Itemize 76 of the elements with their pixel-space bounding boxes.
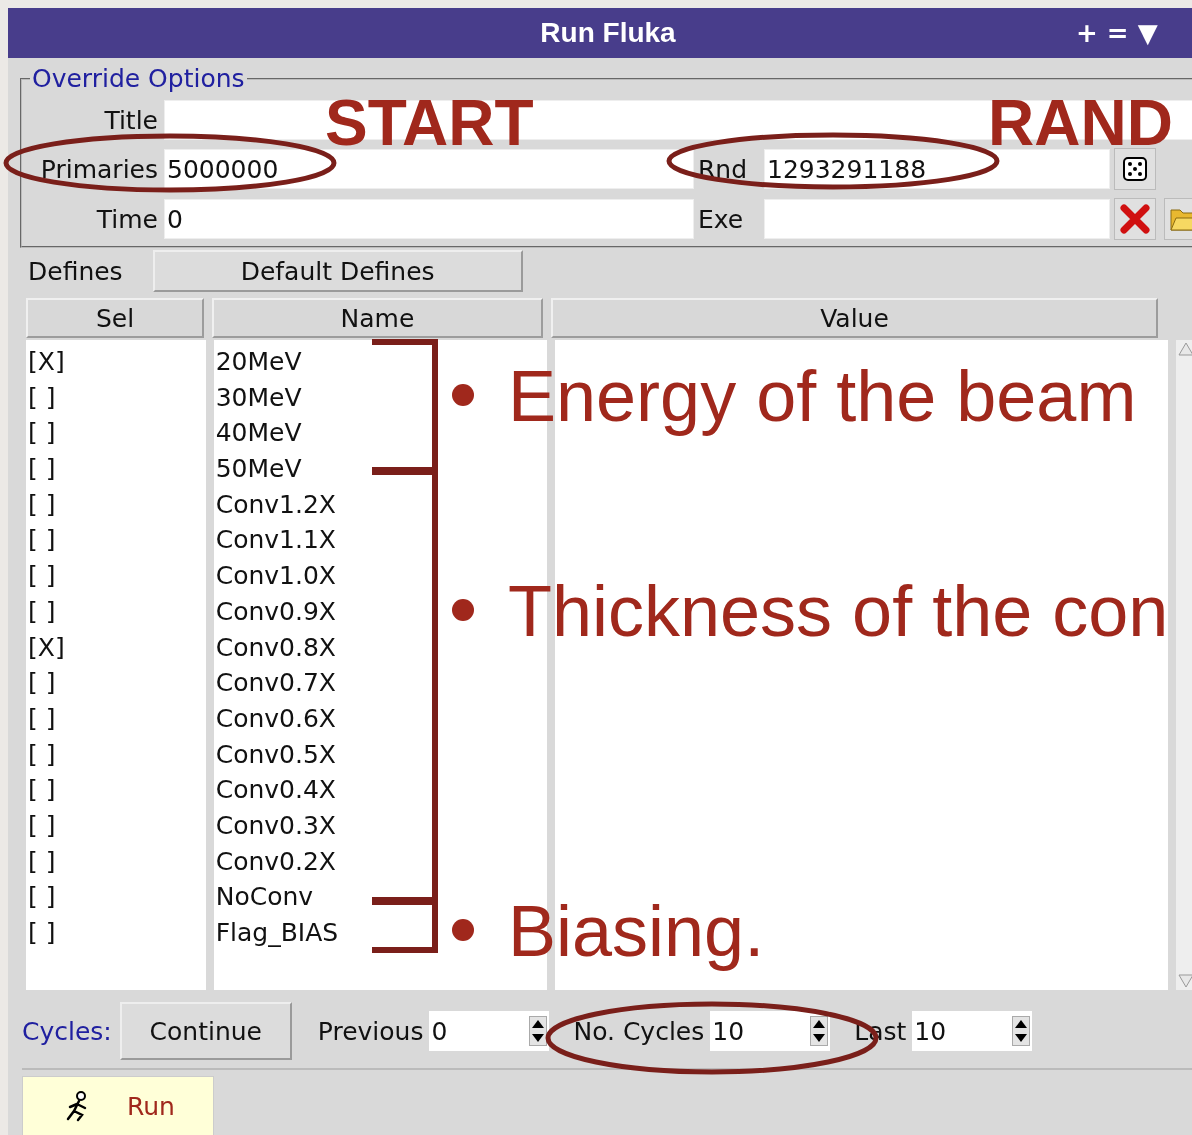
selection-cell[interactable]: [ ] (26, 879, 56, 915)
annotation-text: Energy of the beam (508, 355, 1137, 437)
column-header[interactable]: Sel (26, 298, 205, 338)
clear-button[interactable] (1114, 198, 1156, 240)
table-cell-text: 30MeV (214, 381, 302, 414)
table-cell-text: Conv0.8X (214, 631, 336, 664)
spinbox[interactable]: 10 (710, 1011, 831, 1051)
close-icon (1120, 204, 1150, 234)
run-tab[interactable]: Run (22, 1076, 214, 1135)
window-title: Run Fluka (540, 17, 676, 49)
selection-cell[interactable]: [ ] (26, 379, 56, 416)
table-cell-text: Conv0.9X (214, 595, 336, 628)
spin-arrows-icon[interactable] (529, 1016, 548, 1046)
table-cell-text: Conv1.0X (214, 560, 336, 593)
selection-cell[interactable]: [X] (26, 344, 65, 380)
scroll-up-icon[interactable] (1178, 342, 1192, 356)
bullet-icon (451, 598, 475, 622)
bullet-icon (451, 918, 475, 942)
table-cell-text: Conv0.7X (214, 667, 336, 700)
selection-cell[interactable]: [ ] (26, 736, 56, 773)
selection-cell[interactable]: [ ] (26, 772, 56, 808)
field-label: Title (104, 105, 159, 135)
field-label: Primaries (40, 154, 159, 184)
selection-cell[interactable]: [ ] (26, 486, 56, 523)
spinbox[interactable]: 10 (912, 1011, 1033, 1051)
spinbox-label: Previous (317, 1016, 424, 1046)
spin-arrows-icon[interactable] (1012, 1016, 1031, 1046)
spin-arrows-icon[interactable] (810, 1016, 829, 1046)
column-header[interactable]: Name (212, 298, 543, 338)
selection-cell[interactable]: [ ] (26, 807, 56, 844)
selection-cell[interactable]: [ ] (26, 415, 56, 452)
selection-cell[interactable]: [ ] (26, 558, 56, 594)
selection-cell[interactable]: [X] (26, 629, 65, 666)
input-field[interactable]: 0 (164, 199, 694, 239)
annotation-text: Thickness of the con (508, 570, 1169, 652)
table-cell-text: Conv0.5X (214, 738, 336, 771)
input-field[interactable] (764, 199, 1110, 239)
table-cell-text: Conv1.2X (214, 488, 336, 521)
table-cell-text: Flag_BIAS (214, 917, 339, 949)
bullet-icon (451, 383, 475, 407)
table-cell-text: Conv1.1X (214, 524, 336, 557)
selection-cell[interactable]: [ ] (26, 700, 56, 737)
table-cell-text: 40MeV (214, 417, 302, 450)
spinbox-label: No. Cycles (573, 1016, 705, 1046)
default-defines-button[interactable]: Default Defines (152, 250, 523, 292)
selection-cell[interactable]: [ ] (26, 915, 56, 951)
dice-icon (1121, 155, 1149, 183)
table-cell-text: Conv0.4X (214, 774, 336, 807)
table-cell-text: Conv0.2X (214, 845, 336, 878)
spinbox[interactable]: 0 (429, 1011, 550, 1051)
input-field[interactable]: 1293291188 (764, 149, 1110, 189)
selection-cell[interactable]: [ ] (26, 843, 56, 880)
table-cell-text: 20MeV (214, 346, 302, 378)
selection-cell[interactable]: [ ] (26, 451, 56, 487)
folder-button[interactable] (1164, 198, 1192, 240)
table-cell-text: Conv0.3X (214, 809, 336, 842)
field-label: Rnd (698, 154, 748, 184)
dice-button[interactable] (1114, 148, 1156, 190)
folder-icon (1169, 206, 1192, 232)
title-bar-buttons[interactable]: + = ▼ (1076, 18, 1158, 48)
scroll-down-icon[interactable] (1178, 974, 1192, 988)
scrollbar[interactable] (1176, 340, 1192, 990)
table-cell-text: NoConv (214, 881, 314, 914)
continue-button[interactable]: Continue (119, 1002, 292, 1060)
table-cell-text: Conv0.6X (214, 702, 336, 735)
input-field[interactable]: 5000000 (164, 149, 694, 189)
table-cell-text: 50MeV (214, 453, 302, 486)
field-label: Time (96, 204, 159, 234)
defines-label: Defines (28, 256, 123, 286)
annotation-text: Biasing. (508, 890, 765, 972)
column-header[interactable]: Value (550, 298, 1159, 338)
selection-cell[interactable]: [ ] (26, 593, 56, 630)
selection-cell[interactable]: [ ] (26, 522, 56, 559)
selection-cell[interactable]: [ ] (26, 665, 56, 701)
cycles-label: Cycles: (22, 1016, 112, 1046)
field-label: Exe (698, 204, 744, 234)
